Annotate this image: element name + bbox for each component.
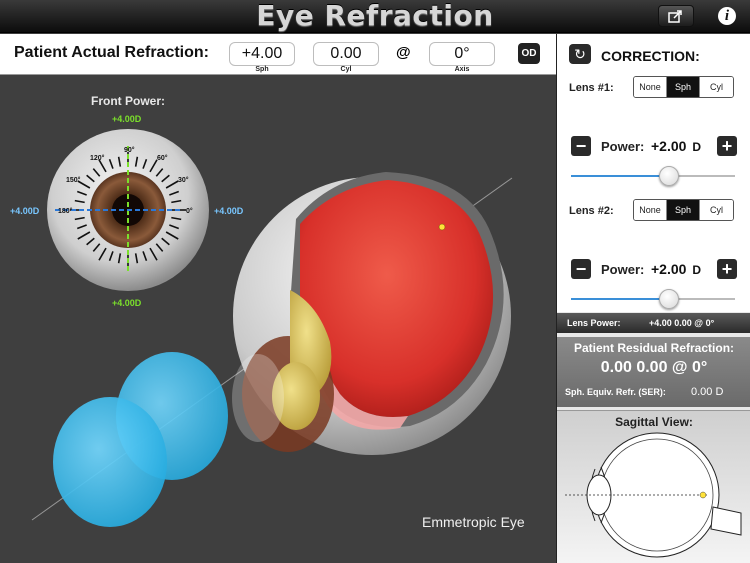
reset-icon: ↻	[574, 46, 586, 62]
at-symbol: @	[396, 44, 411, 61]
deg-60: 60°	[157, 154, 168, 162]
visualization-canvas: 180° 150° 120° 90° 60° 30° 0°	[31, 129, 513, 527]
lens2-minus-button[interactable]: −	[571, 259, 591, 279]
lens2-option-none[interactable]: None	[634, 200, 667, 220]
info-icon: i	[718, 7, 736, 25]
focal-point	[438, 223, 446, 231]
lens1-power-value: +2.00 D	[651, 138, 701, 154]
lens1-plus-button[interactable]: +	[717, 136, 737, 156]
lens1-slider-knob[interactable]	[659, 166, 680, 186]
ser-label: Sph. Equiv. Refr. (SER):	[565, 387, 666, 397]
front-power-title: Front Power:	[91, 94, 165, 108]
lens2-power-slider[interactable]	[571, 289, 735, 309]
correction-title: CORRECTION:	[601, 48, 700, 64]
title-bar: Eye Refraction i	[0, 0, 750, 33]
sagittal-focal-point	[699, 491, 707, 499]
lens1-option-cyl[interactable]: Cyl	[700, 77, 733, 97]
optic-nerve	[710, 506, 742, 536]
lens1-minus-button[interactable]: −	[571, 136, 591, 156]
front-power-eye: 180° 150° 120° 90° 60° 30° 0°	[47, 129, 209, 291]
power-top-label: +4.00D	[112, 114, 142, 124]
lens1-type-selector[interactable]: None Sph Cyl	[633, 76, 734, 98]
eyeball-cutaway	[232, 172, 511, 455]
power-bottom-label: +4.00D	[112, 298, 142, 308]
eye-caption: Emmetropic Eye	[422, 514, 525, 530]
power-left-label: +4.00D	[10, 206, 40, 216]
sph-field[interactable]: +4.00	[229, 42, 295, 66]
deg-180: 180°	[58, 207, 73, 215]
refraction-label: Patient Actual Refraction:	[14, 44, 209, 61]
lens2-power-label: Power:	[601, 262, 645, 277]
lens-1-disc	[53, 397, 167, 527]
power-right-label: +4.00D	[214, 206, 244, 216]
reset-button[interactable]: ↻	[569, 44, 591, 64]
ser-value: 0.00 D	[691, 386, 724, 398]
lens1-option-none[interactable]: None	[634, 77, 667, 97]
lens2-plus-button[interactable]: +	[717, 259, 737, 279]
lens2-type-selector[interactable]: None Sph Cyl	[633, 199, 734, 221]
share-button[interactable]	[658, 5, 694, 27]
lens2-power-value: +2.00 D	[651, 261, 701, 277]
residual-title: Patient Residual Refraction:	[573, 341, 735, 355]
lens2-slider-fill	[571, 298, 670, 300]
lens2-slider-knob[interactable]	[659, 289, 680, 309]
patient-refraction-bar: Patient Actual Refraction: +4.00 Sph 0.0…	[0, 34, 556, 75]
cornea	[232, 354, 284, 442]
lens2-option-cyl[interactable]: Cyl	[700, 200, 733, 220]
axis-label: Axis	[454, 66, 470, 73]
lens1-slider-fill	[571, 175, 670, 177]
lens1-option-sph[interactable]: Sph	[667, 77, 700, 97]
correction-section: ↻ CORRECTION: Lens #1: None Sph Cyl − Po…	[557, 34, 750, 312]
deg-120: 120°	[90, 154, 105, 162]
lens1-power-slider[interactable]	[571, 166, 735, 186]
deg-90: 90°	[124, 146, 135, 154]
lens2-label: Lens #2:	[569, 205, 614, 217]
eye-toggle-button[interactable]: OD	[518, 43, 540, 64]
app-title: Eye Refraction	[256, 0, 494, 32]
corrective-lenses	[53, 352, 228, 527]
lens1-power-label: Power:	[601, 139, 645, 154]
lens2-option-sph[interactable]: Sph	[667, 200, 700, 220]
residual-value: 0.00 0.00 @ 0°	[600, 359, 708, 376]
lens-power-bar: Lens Power: +4.00 0.00 @ 0°	[557, 313, 750, 333]
sph-label: Sph	[255, 66, 269, 73]
cyl-label: Cyl	[340, 66, 352, 73]
deg-30: 30°	[178, 176, 189, 184]
correction-panel: ↻ CORRECTION: Lens #1: None Sph Cyl − Po…	[556, 34, 750, 563]
lens1-label: Lens #1:	[569, 82, 614, 94]
residual-refraction-section: Patient Residual Refraction: 0.00 0.00 @…	[557, 337, 750, 407]
cyl-field[interactable]: 0.00	[313, 42, 379, 66]
share-icon	[668, 10, 682, 23]
lens-power-label: Lens Power:	[567, 318, 621, 328]
axis-field[interactable]: 0°	[429, 42, 495, 66]
eye-visualization: 180° 150° 120° 90° 60° 30° 0° Front Powe…	[0, 76, 556, 563]
info-button[interactable]: i	[712, 5, 742, 27]
deg-0: 0°	[186, 207, 193, 215]
lens-power-value: +4.00 0.00 @ 0°	[649, 318, 715, 328]
sagittal-view: Sagittal View:	[557, 410, 750, 563]
sagittal-diagram	[565, 432, 742, 558]
deg-150: 150°	[66, 176, 81, 184]
